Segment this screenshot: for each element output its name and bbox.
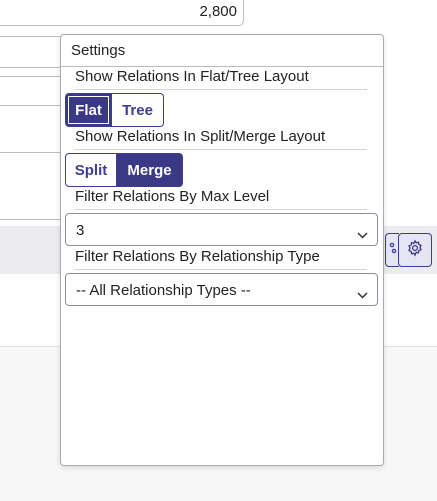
settings-popover: Settings Show Relations In Flat/Tree Lay… — [60, 34, 384, 466]
relationship-type-label: Filter Relations By Relationship Type — [75, 248, 320, 265]
relationship-type-value: -- All Relationship Types -- — [76, 282, 251, 299]
background-input-1[interactable] — [0, 36, 64, 68]
max-level-label: Filter Relations By Max Level — [75, 188, 270, 205]
split-option-button[interactable]: Split — [65, 153, 117, 187]
flat-tree-label: Show Relations In Flat/Tree Layout — [75, 68, 309, 85]
link-button[interactable] — [385, 233, 399, 267]
split-merge-toggle: Split Merge — [65, 153, 183, 187]
background-textarea[interactable] — [0, 152, 64, 220]
amount-value: 2,800 — [199, 3, 237, 20]
split-merge-label: Show Relations In Split/Merge Layout — [75, 128, 326, 145]
flat-tree-rule — [75, 89, 367, 90]
merge-option-button[interactable]: Merge — [117, 153, 183, 187]
flat-option-button[interactable]: Flat — [65, 93, 112, 127]
max-level-select[interactable]: 3 — [65, 213, 378, 246]
settings-button[interactable] — [398, 233, 432, 267]
amount-field[interactable]: 2,800 — [0, 0, 244, 26]
popover-title: Settings — [71, 42, 126, 59]
chevron-down-icon — [357, 286, 368, 303]
max-level-rule — [75, 209, 367, 210]
gear-icon — [406, 238, 424, 262]
link-icon — [388, 241, 398, 260]
page: 2,800 Settings Show Relations In Flat/Tr… — [0, 0, 437, 501]
relationship-type-select[interactable]: -- All Relationship Types -- — [65, 273, 378, 306]
title-divider — [61, 66, 383, 67]
tree-option-button[interactable]: Tree — [112, 93, 164, 127]
max-level-value: 3 — [76, 222, 85, 239]
flat-tree-toggle: Flat Tree — [65, 93, 164, 127]
relationship-type-rule — [75, 269, 367, 270]
background-input-2[interactable] — [0, 76, 64, 106]
chevron-down-icon — [357, 226, 368, 243]
split-merge-rule — [75, 149, 367, 150]
